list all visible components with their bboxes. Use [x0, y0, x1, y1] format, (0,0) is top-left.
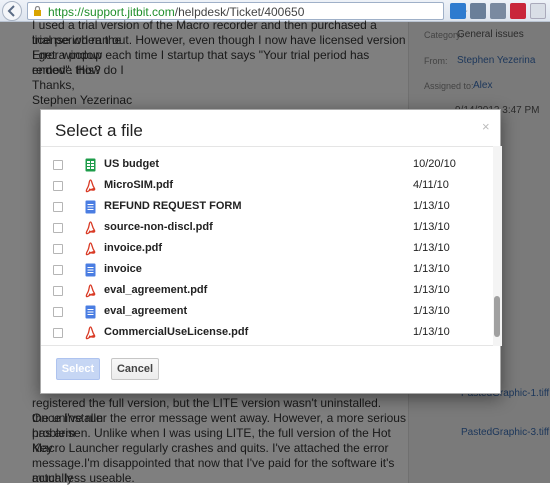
file-name: CommercialUseLicense.pdf: [104, 326, 249, 338]
file-date: 1/13/10: [413, 242, 450, 254]
file-row[interactable]: source-non-discl.pdf 1/13/10: [41, 218, 490, 239]
scrollbar-thumb[interactable]: [494, 296, 500, 337]
file-row[interactable]: US budget 10/20/10: [41, 155, 490, 176]
cancel-button[interactable]: Cancel: [111, 358, 159, 380]
doc-icon: [85, 305, 96, 319]
file-checkbox[interactable]: [53, 223, 63, 233]
doc-icon: [85, 263, 96, 277]
file-row[interactable]: invoice 1/13/10: [41, 260, 490, 281]
file-date: 1/13/10: [413, 263, 450, 275]
select-file-dialog: Select a file × US budget 10/20/10 MicroSI…: [40, 109, 502, 394]
extension-icon-4[interactable]: [510, 3, 526, 19]
file-checkbox[interactable]: [53, 244, 63, 254]
pdf-icon: [85, 326, 96, 340]
file-row[interactable]: CommercialUseLicense1/13/10: [41, 344, 490, 345]
file-checkbox[interactable]: [53, 307, 63, 317]
file-name: MicroSIM.pdf: [104, 179, 174, 191]
file-row[interactable]: REFUND REQUEST FORM 1/13/10: [41, 197, 490, 218]
file-row[interactable]: CommercialUseLicense.pdf 1/13/10: [41, 323, 490, 344]
extension-icon-3[interactable]: [490, 3, 506, 19]
file-list[interactable]: US budget 10/20/10 MicroSIM.pdf 4/11/10 REFU…: [41, 146, 502, 346]
sheet-icon: [85, 158, 96, 172]
file-checkbox[interactable]: [53, 286, 63, 296]
file-date: 1/13/10: [413, 221, 450, 233]
file-date: 1/13/10: [413, 305, 450, 317]
file-date: 4/11/10: [413, 179, 449, 191]
extension-icon-2[interactable]: [470, 3, 486, 19]
file-row[interactable]: MicroSIM.pdf 4/11/10: [41, 176, 490, 197]
file-name: eval_agreement: [104, 305, 188, 317]
file-date: 1/13/10: [413, 200, 450, 212]
pdf-icon: [85, 221, 96, 235]
file-date: 1/13/10: [413, 284, 450, 296]
back-button[interactable]: [2, 1, 22, 21]
close-icon[interactable]: ×: [482, 119, 490, 134]
file-checkbox[interactable]: [53, 160, 63, 170]
file-name: eval_agreement.pdf: [104, 284, 208, 296]
file-date: 1/13/10: [413, 326, 450, 338]
file-row[interactable]: eval_agreement.pdf 1/13/10: [41, 281, 490, 302]
file-name: invoice.pdf: [104, 242, 163, 254]
pdf-icon: [85, 242, 96, 256]
file-row[interactable]: invoice.pdf 1/13/10: [41, 239, 490, 260]
url-path: /helpdesk/Ticket/400650: [174, 5, 305, 19]
doc-icon: [85, 200, 96, 214]
file-checkbox[interactable]: [53, 202, 63, 212]
file-checkbox[interactable]: [53, 328, 63, 338]
file-name: REFUND REQUEST FORM: [104, 200, 242, 212]
file-name: invoice: [104, 263, 142, 275]
back-arrow-icon: [7, 5, 15, 17]
file-row[interactable]: eval_agreement 1/13/10: [41, 302, 490, 323]
file-checkbox[interactable]: [53, 181, 63, 191]
file-date: 10/20/10: [413, 158, 456, 170]
select-button[interactable]: Select: [56, 358, 100, 380]
url-text: https://support.jitbit.com/helpdesk/Tick…: [48, 5, 304, 19]
dialog-title: Select a file: [55, 121, 143, 140]
wrench-menu-icon[interactable]: [530, 3, 546, 19]
file-name: US budget: [104, 158, 159, 170]
file-name: source-non-discl.pdf: [104, 221, 213, 233]
pdf-icon: [85, 179, 96, 193]
file-checkbox[interactable]: [53, 265, 63, 275]
extension-icon-1[interactable]: [450, 3, 466, 19]
lock-icon: [34, 6, 41, 16]
url-host: https://support.jitbit.com: [48, 5, 175, 19]
pdf-icon: [85, 284, 96, 298]
